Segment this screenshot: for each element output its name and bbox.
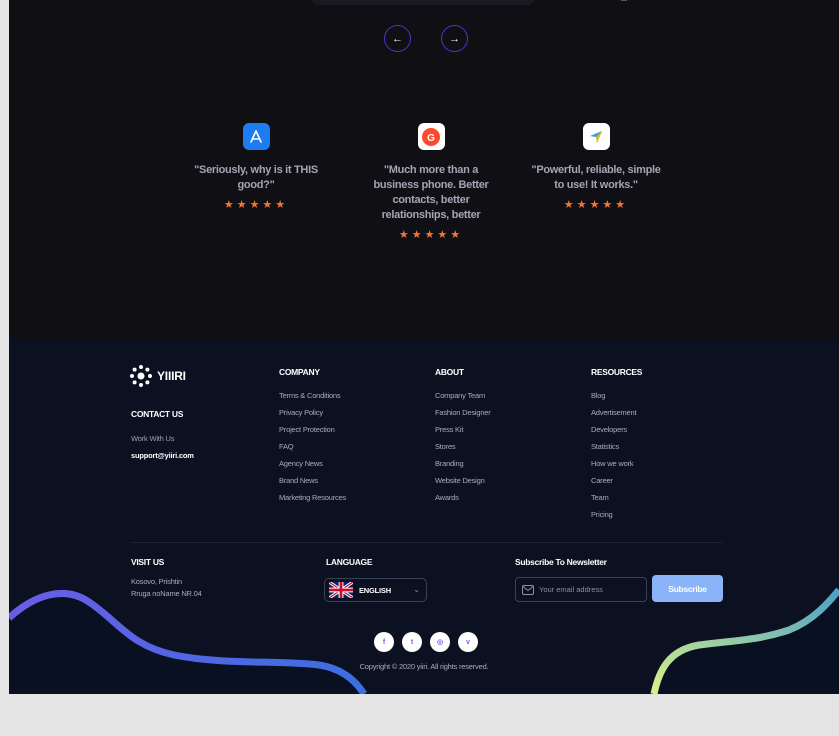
copyright-text: Copyright © 2020 yiiri. All rights reser…	[359, 662, 489, 671]
footer-link[interactable]: Developers	[591, 421, 642, 438]
address: Kosovo, Prishtin Rruga noName NR.04	[131, 576, 202, 600]
footer-link[interactable]: FAQ	[279, 438, 346, 455]
review-card: "Powerful, reliable, simple to use! It w…	[526, 123, 666, 211]
footer: YIIIRI CONTACT US Work With Us support@y…	[9, 340, 839, 694]
language-select[interactable]: ENGLISH ⌄	[324, 578, 427, 602]
contact-email-link[interactable]: support@yiiri.com	[131, 451, 194, 460]
visit-title: VISIT US	[131, 557, 165, 567]
footer-link[interactable]: Pricing	[591, 506, 642, 523]
footer-link[interactable]: Career	[591, 472, 642, 489]
search-bar-fragment	[312, 0, 534, 5]
language-title: LANGUAGE	[326, 557, 373, 567]
divider-fragment	[621, 0, 627, 1]
address-line: Kosovo, Prishtin	[131, 577, 182, 586]
footer-link[interactable]: Statistics	[591, 438, 642, 455]
arrow-left-icon: ←	[392, 32, 403, 45]
star-rating: ★★★★★	[398, 229, 464, 241]
social-links: f t ◎ v	[374, 632, 478, 652]
column-title: RESOURCES	[591, 367, 643, 377]
footer-link[interactable]: Privacy Policy	[279, 404, 346, 421]
contact-label: Work With Us	[131, 434, 175, 443]
vimeo-icon[interactable]: v	[458, 632, 478, 652]
footer-link[interactable]: Team	[591, 489, 642, 506]
mail-icon	[522, 584, 534, 595]
subscribe-button[interactable]: Subscribe	[652, 575, 723, 602]
footer-link[interactable]: Fashion Designer	[435, 404, 491, 421]
footer-link[interactable]: Stores	[435, 438, 491, 455]
arrow-right-icon: →	[449, 32, 460, 45]
review-quote: "Much more than a business phone. Better…	[373, 164, 489, 221]
facebook-icon[interactable]: f	[374, 632, 394, 652]
language-value: ENGLISH	[359, 585, 391, 595]
review-card: G "Much more than a business phone. Bett…	[361, 123, 501, 241]
footer-link[interactable]: How we work	[591, 455, 642, 472]
star-rating: ★★★★★	[223, 199, 289, 211]
g2-icon: G	[417, 123, 445, 150]
newsletter-field	[515, 577, 647, 602]
footer-link[interactable]: Terms & Conditions	[279, 387, 346, 404]
twitter-icon[interactable]: t	[402, 632, 422, 652]
uk-flag-icon	[329, 582, 353, 598]
column-title: COMPANY	[279, 367, 320, 377]
chevron-down-icon: ⌄	[413, 585, 420, 594]
dribbble-icon[interactable]: ◎	[430, 632, 450, 652]
address-line: Rruga noName NR.04	[131, 589, 202, 598]
carousel-next-button[interactable]: →	[441, 25, 468, 52]
footer-link[interactable]: Press Kit	[435, 421, 491, 438]
carousel-prev-button[interactable]: ←	[384, 25, 411, 52]
review-card: "Seriously, why is it THIS good?" ★★★★★	[186, 123, 326, 211]
newsletter-title: Subscribe To Newsletter	[515, 557, 607, 567]
footer-link[interactable]: Agency News	[279, 455, 346, 472]
navigation-arrow-icon	[582, 123, 610, 150]
star-rating: ★★★★★	[563, 199, 629, 211]
review-quote: "Seriously, why is it THIS good?"	[194, 164, 318, 191]
logo-icon	[130, 365, 152, 387]
footer-link[interactable]: Branding	[435, 455, 491, 472]
footer-link[interactable]: Company Team	[435, 387, 491, 404]
newsletter-email-input[interactable]	[539, 585, 639, 594]
footer-link[interactable]: Awards	[435, 489, 491, 506]
contact-title: CONTACT US	[131, 409, 184, 419]
footer-divider	[131, 542, 723, 543]
footer-column-about: ABOUT Company Team Fashion Designer Pres…	[435, 367, 491, 506]
app-store-icon	[242, 123, 270, 150]
svg-text:G: G	[427, 133, 435, 144]
footer-link[interactable]: Blog	[591, 387, 642, 404]
footer-link[interactable]: Marketing Resources	[279, 489, 346, 506]
page: ← → "Seriously, why is it THIS good?" ★★…	[9, 0, 839, 694]
footer-column-company: COMPANY Terms & Conditions Privacy Polic…	[279, 367, 346, 506]
footer-link[interactable]: Advertisement	[591, 404, 642, 421]
footer-link[interactable]: Website Design	[435, 472, 491, 489]
brand-logo[interactable]: YIIIRI	[129, 364, 186, 388]
footer-column-resources: RESOURCES Blog Advertisement Developers …	[591, 367, 642, 523]
brand-name: YIIIRI	[157, 369, 186, 383]
review-quote: "Powerful, reliable, simple to use! It w…	[531, 164, 661, 191]
footer-link[interactable]: Brand News	[279, 472, 346, 489]
column-title: ABOUT	[435, 367, 464, 377]
footer-link[interactable]: Project Protection	[279, 421, 346, 438]
